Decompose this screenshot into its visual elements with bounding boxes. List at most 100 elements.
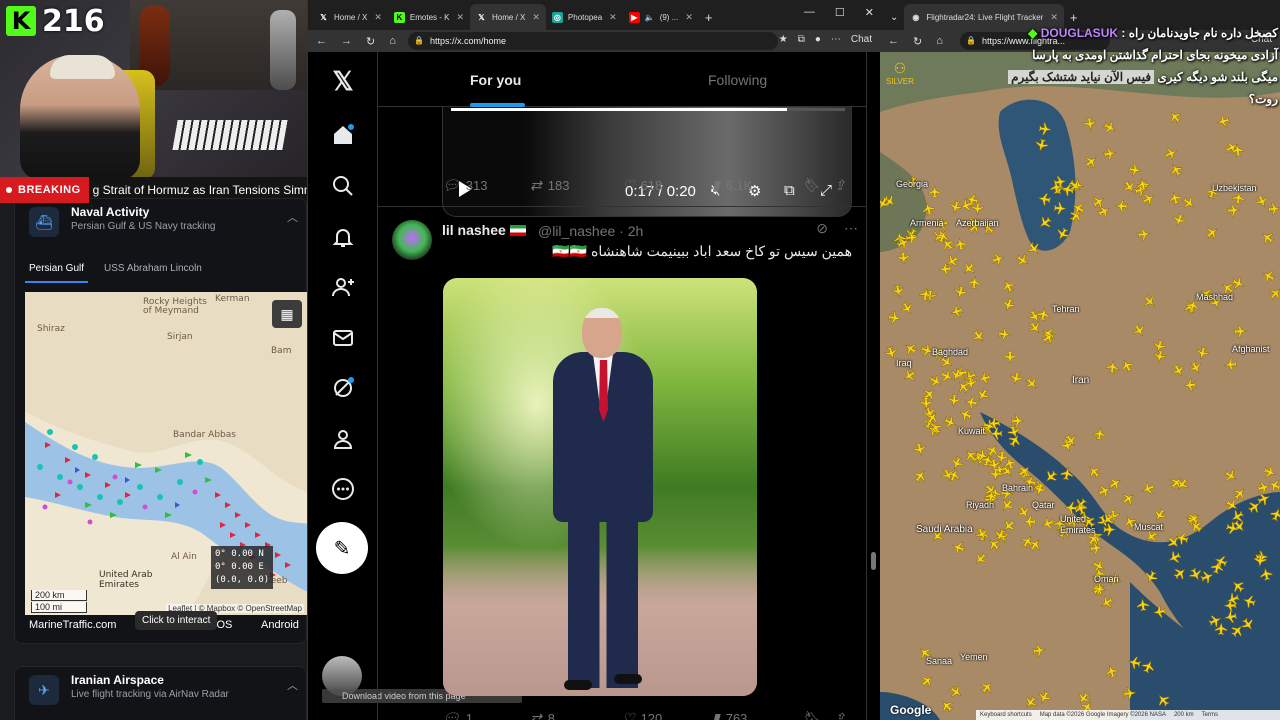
chevron-up-icon[interactable]: ︿ <box>287 677 298 693</box>
compose-post-button[interactable]: ✎ <box>316 522 368 574</box>
profile-icon[interactable]: ● <box>815 34 821 45</box>
streamer-hair <box>50 55 115 79</box>
tweet-author-handle[interactable]: @lil_nashee · 2h <box>538 223 643 239</box>
grok-icon[interactable]: ⊘ <box>816 220 828 237</box>
naval-subtitle: Persian Gulf & US Navy tracking <box>71 221 216 232</box>
messages-icon[interactable] <box>330 325 356 351</box>
close-icon[interactable]: ✕ <box>685 12 693 23</box>
chat-username: DOUGLASUK <box>1040 26 1119 40</box>
fr-label-oman: Oman <box>1094 574 1119 584</box>
back-icon[interactable]: ← <box>888 35 899 48</box>
home-icon[interactable]: ⌂ <box>936 35 943 48</box>
chevron-up-icon[interactable]: ︿ <box>287 209 298 225</box>
new-tab-button[interactable]: + <box>699 4 719 30</box>
map-layers-button[interactable]: ▦ <box>272 300 302 328</box>
tab-home-x-1[interactable]: 𝕏 Home / X ✕ <box>312 4 388 30</box>
minimize-icon[interactable]: — <box>804 6 815 19</box>
address-bar-row: ← → ↻ ⌂ https://x.com/home ★ ⧉ ● ⋯ Chat <box>308 30 880 52</box>
close-icon[interactable]: ✕ <box>374 12 382 23</box>
copilot-chat-button[interactable]: Chat <box>851 34 872 45</box>
url-field[interactable]: https://x.com/home <box>408 32 778 50</box>
scrollbar-thumb[interactable] <box>871 552 876 570</box>
search-icon[interactable] <box>330 173 356 199</box>
menu-dots-icon[interactable]: ⋯ <box>831 34 841 45</box>
tab-photopea[interactable]: ◎ Photopea ✕ <box>546 4 623 30</box>
grok-icon[interactable] <box>330 375 356 401</box>
tab-youtube[interactable]: ▶ 🔈 (9) ... ✕ <box>623 4 699 30</box>
map-footer: Keyboard shortcuts Map data ©2026 Google… <box>976 710 1280 720</box>
maximize-icon[interactable]: ☐ <box>835 6 845 19</box>
home-icon[interactable] <box>330 122 356 148</box>
x-logo-icon[interactable]: 𝕏 <box>330 66 356 96</box>
video-player[interactable]: 0:17 / 0:20 🔇︎ ⚙ ⧉ ⤢ <box>442 107 852 217</box>
back-icon[interactable]: ← <box>316 35 327 48</box>
reply-icon: 💬︎ <box>442 710 460 720</box>
fr-silver-badge[interactable]: ⚇ SILVER <box>886 60 914 86</box>
page-scrollbar[interactable] <box>870 52 878 720</box>
like-button[interactable]: ♡ 618 <box>622 177 662 194</box>
tab-uss-abraham-lincoln[interactable]: USS Abraham Lincoln <box>100 257 206 283</box>
share-button[interactable]: ⇪ <box>834 710 846 720</box>
tweet-photo[interactable] <box>443 278 757 696</box>
author-name-text: lil nashee <box>442 222 506 238</box>
fr-label-yemen: Yemen <box>960 652 988 662</box>
fr-label-azerbaijan: Azerbaijan <box>956 218 999 228</box>
reply-button[interactable]: 💬︎ 1 <box>442 710 473 720</box>
home-icon[interactable]: ⌂ <box>389 35 396 48</box>
close-icon[interactable]: ✕ <box>456 12 464 23</box>
like-button[interactable]: ♡ 120 <box>622 710 662 720</box>
refresh-icon[interactable]: ↻ <box>913 35 922 48</box>
tab-emotes[interactable]: K Emotes - K ✕ <box>388 4 470 30</box>
fr-label-afghanistan: Afghanist <box>1232 344 1270 354</box>
reply-button[interactable]: 💬︎ 313 <box>442 177 487 194</box>
bookmark-button[interactable]: 🔖︎ <box>802 177 820 194</box>
tweet-author-name[interactable]: lil nashee <box>442 222 526 238</box>
naval-widget-header[interactable]: ⛴ Naval Activity Persian Gulf & US Navy … <box>15 199 306 243</box>
fr-label-muscat: Muscat <box>1134 522 1164 532</box>
tweet-author-avatar[interactable] <box>392 220 432 260</box>
more-icon[interactable] <box>330 476 356 502</box>
browser-window-x: 𝕏 Home / X ✕ K Emotes - K ✕ 𝕏 Home / X ✕ ◎ Phot… <box>307 0 880 720</box>
android-link[interactable]: Android <box>261 619 299 631</box>
airspace-widget-header[interactable]: ✈ Iranian Airspace Live flight tracking … <box>15 667 306 711</box>
views-button[interactable]: ▮ 6.1K <box>712 177 752 194</box>
video-progress-bar[interactable] <box>451 108 845 111</box>
favorite-star-icon[interactable]: ★ <box>779 34 788 45</box>
reply-count: 313 <box>465 178 488 193</box>
tab-for-you[interactable]: For you <box>470 72 521 88</box>
close-icon[interactable]: ✕ <box>532 12 540 23</box>
follow-icon[interactable] <box>330 274 356 300</box>
tab-home-x-2[interactable]: 𝕏 Home / X ✕ <box>470 4 546 30</box>
share-button[interactable]: ⇪ <box>834 177 846 194</box>
repost-button[interactable]: ⇄ 8 <box>530 710 555 720</box>
refresh-icon[interactable]: ↻ <box>366 35 375 48</box>
tab-following[interactable]: Following <box>708 72 767 88</box>
home-tabs: For you Following <box>378 52 866 107</box>
more-options-icon[interactable]: ⋯ <box>844 220 858 237</box>
fr-tab-dropdown[interactable]: ⌄ <box>884 4 904 30</box>
profile-icon[interactable] <box>330 426 356 452</box>
marine-traffic-map[interactable]: Shiraz Kerman Sirjan Bam Rocky Heights o… <box>25 292 307 615</box>
tab-persian-gulf[interactable]: Persian Gulf <box>25 257 89 283</box>
chat-line-3: میگی بلند شو دیگه کیری فیس الآن نیاید شت… <box>1008 66 1278 88</box>
flight-map[interactable]: Georgia Armenia Azerbaijan Uzbekistan Te… <box>880 52 1280 720</box>
tab-label: Emotes - K <box>409 12 450 22</box>
marinetraffic-link[interactable]: MarineTraffic.com <box>29 619 116 631</box>
terms-link[interactable]: Terms <box>1202 710 1218 720</box>
close-icon[interactable]: ✕ <box>609 12 617 23</box>
close-icon[interactable]: ✕ <box>1050 12 1058 23</box>
repost-button[interactable]: ⇄ 183 <box>530 177 569 194</box>
views-button[interactable]: ▮ 763 <box>712 710 747 720</box>
naval-title: Naval Activity <box>71 205 150 219</box>
x-logo-icon: 𝕏 <box>320 12 327 22</box>
video-post-actions: 💬︎ 313 ⇄ 183 ♡ 618 ▮ 6.1K 🔖︎ ⇪ <box>442 177 852 197</box>
views-chart-icon: ▮ <box>712 710 720 720</box>
fr-label-mashhad: Mashhad <box>1196 292 1234 302</box>
fr-label-kuwait: Kuwait <box>958 426 986 436</box>
close-window-icon[interactable]: ✕ <box>865 6 874 19</box>
forward-icon[interactable]: → <box>341 35 352 48</box>
bookmark-button[interactable]: 🔖︎ <box>802 710 820 720</box>
extensions-icon[interactable]: ⧉ <box>798 34 805 45</box>
notifications-bell-icon[interactable] <box>330 224 356 250</box>
keyboard-shortcuts-link[interactable]: Keyboard shortcuts <box>980 710 1032 720</box>
